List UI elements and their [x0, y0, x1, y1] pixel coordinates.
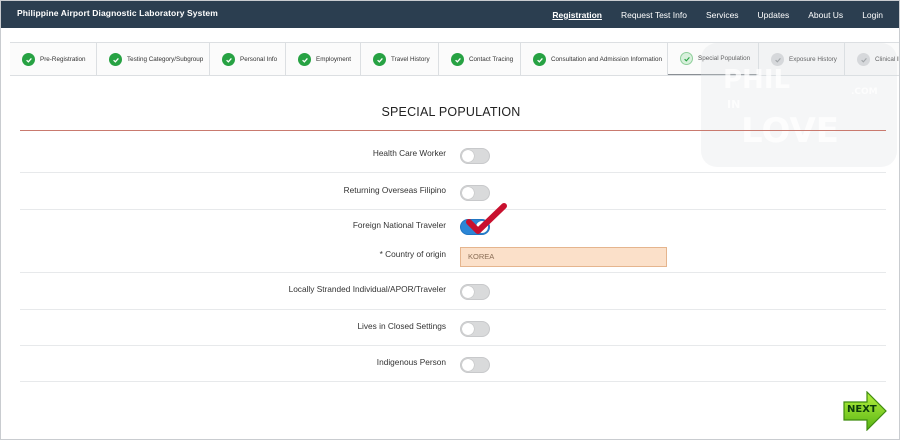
toggle-knob — [462, 323, 474, 335]
locally-stranded-label: Locally Stranded Individual/APOR/Travele… — [288, 284, 446, 294]
closed-settings-label: Lives in Closed Settings — [357, 321, 446, 331]
app-title: Philippine Airport Diagnostic Laboratory… — [17, 8, 218, 18]
toggle-knob — [462, 286, 474, 298]
step-label: Pre-Registration — [40, 56, 86, 63]
watermark-line1: PHIL — [723, 65, 791, 95]
next-button-label[interactable]: NEXT — [847, 404, 877, 415]
step-consultation[interactable]: Consultation and Admission Information — [521, 43, 668, 75]
country-of-origin-label: * Country of origin — [379, 249, 446, 259]
check-circle-icon — [222, 53, 235, 66]
row-country-of-origin: * Country of origin KOREA — [20, 239, 886, 273]
watermark-suffix: .COM — [851, 87, 878, 97]
check-circle-icon — [680, 52, 693, 65]
row-indigenous: Indigenous Person — [20, 346, 886, 382]
step-label: Consultation and Admission Information — [551, 56, 662, 63]
toggle-knob — [462, 187, 474, 199]
toggle-knob — [462, 150, 474, 162]
check-circle-icon — [298, 53, 311, 66]
nav-links: Registration Request Test Info Services … — [533, 1, 883, 28]
check-circle-icon — [109, 53, 122, 66]
health-care-worker-toggle[interactable] — [460, 148, 490, 164]
step-label: Travel History — [391, 56, 430, 63]
check-circle-icon — [451, 53, 464, 66]
row-health-care-worker: Health Care Worker — [20, 137, 886, 173]
top-navbar: Philippine Airport Diagnostic Laboratory… — [1, 1, 899, 28]
indigenous-toggle[interactable] — [460, 357, 490, 373]
row-locally-stranded: Locally Stranded Individual/APOR/Travele… — [20, 273, 886, 310]
step-label: Employment — [316, 56, 351, 63]
foreign-national-label: Foreign National Traveler — [352, 220, 446, 230]
nav-about-us[interactable]: About Us — [808, 10, 843, 20]
step-employment[interactable]: Employment — [286, 43, 361, 75]
toggle-knob — [462, 359, 474, 371]
page-frame: Philippine Airport Diagnostic Laboratory… — [0, 0, 900, 440]
nav-updates[interactable]: Updates — [758, 10, 790, 20]
closed-settings-toggle[interactable] — [460, 321, 490, 337]
indigenous-label: Indigenous Person — [376, 357, 446, 367]
country-of-origin-input[interactable]: KOREA — [460, 247, 667, 267]
row-foreign-national: Foreign National Traveler — [20, 211, 886, 241]
step-pre-registration[interactable]: Pre-Registration — [10, 43, 97, 75]
returning-ofw-label: Returning Overseas Filipino — [343, 185, 446, 195]
nav-services[interactable]: Services — [706, 10, 739, 20]
returning-ofw-toggle[interactable] — [460, 185, 490, 201]
nav-registration[interactable]: Registration — [552, 10, 602, 20]
step-label: Personal Info — [240, 56, 278, 63]
nav-login[interactable]: Login — [862, 10, 883, 20]
page-title: SPECIAL POPULATION — [381, 105, 521, 119]
locally-stranded-toggle[interactable] — [460, 284, 490, 300]
step-travel-history[interactable]: Travel History — [361, 43, 439, 75]
step-personal-info[interactable]: Personal Info — [210, 43, 286, 75]
nav-request-test-info[interactable]: Request Test Info — [621, 10, 687, 20]
health-care-worker-label: Health Care Worker — [372, 148, 446, 158]
row-returning-ofw: Returning Overseas Filipino — [20, 174, 886, 210]
check-circle-icon — [373, 53, 386, 66]
step-contact-tracing[interactable]: Contact Tracing — [439, 43, 521, 75]
row-closed-settings: Lives in Closed Settings — [20, 310, 886, 346]
step-label: Contact Tracing — [469, 56, 514, 63]
check-circle-icon — [533, 53, 546, 66]
title-divider — [20, 130, 886, 131]
step-testing-category[interactable]: Testing Category/Subgroup — [97, 43, 210, 75]
step-label: Testing Category/Subgroup — [127, 56, 204, 63]
check-circle-icon — [22, 53, 35, 66]
red-checkmark-icon — [466, 203, 507, 234]
